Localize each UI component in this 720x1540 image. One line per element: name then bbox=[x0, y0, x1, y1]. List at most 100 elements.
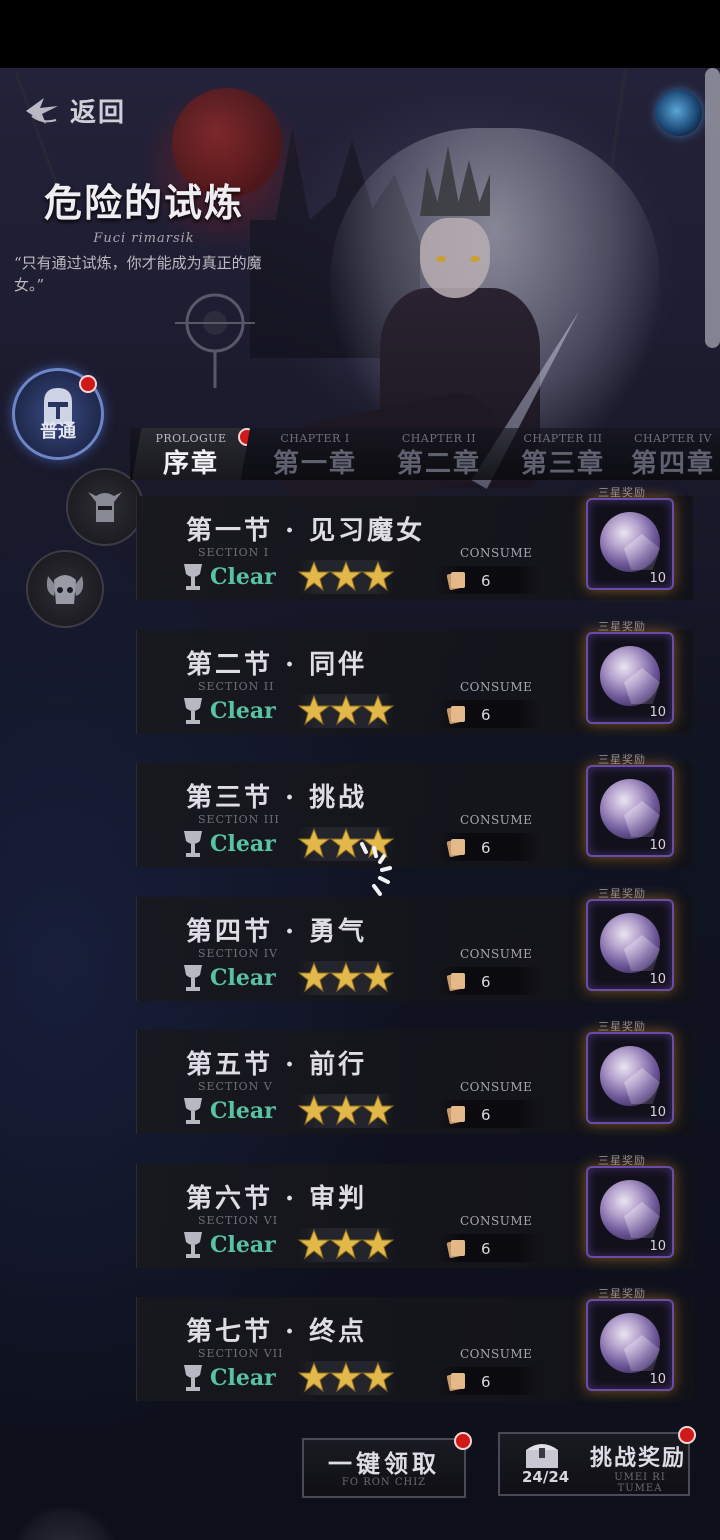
reward-quantity: 10 bbox=[649, 1372, 666, 1387]
back-label: 返回 bbox=[70, 98, 127, 128]
section-title: 第三节 · 挑战 bbox=[186, 783, 368, 813]
page-title: 危险的试炼 bbox=[43, 180, 244, 225]
crystal-gem-icon bbox=[600, 512, 660, 572]
tab-chapter-1[interactable]: CHAPTER I 第一章 bbox=[256, 428, 374, 480]
star-icon bbox=[362, 1094, 394, 1126]
consume-value: 6 bbox=[481, 973, 491, 991]
mode-normal-button[interactable]: 普通 bbox=[12, 368, 104, 460]
star-rating bbox=[298, 560, 394, 594]
clear-status: Clear bbox=[180, 963, 276, 993]
section-row[interactable]: 第四节 · 勇气 SECTION IV Clear CONSUME 6 三星奖励 10 bbox=[136, 887, 720, 1005]
tab-zh-label: 第三章 bbox=[520, 449, 605, 479]
claim-all-label: 一键领取 bbox=[328, 1449, 440, 1478]
clear-status: Clear bbox=[180, 562, 276, 592]
section-en-label: SECTION III bbox=[198, 813, 280, 826]
three-star-reward[interactable]: 10 bbox=[586, 1166, 674, 1258]
claim-all-button[interactable]: 一键领取 FO RON CHIZ bbox=[302, 1432, 472, 1498]
clear-label: Clear bbox=[210, 1365, 276, 1391]
consume-value: 6 bbox=[481, 1240, 491, 1258]
consume-value: 6 bbox=[481, 706, 491, 724]
star-icon bbox=[362, 1361, 394, 1393]
gem-facet bbox=[624, 801, 660, 837]
crystal-gem-icon bbox=[600, 646, 660, 706]
challenge-rewards-button[interactable]: 24/24 挑战奖励 UMEI RI TUMEA bbox=[498, 1426, 696, 1496]
section-row[interactable]: 第三节 · 挑战 SECTION III Clear CONSUME 6 三星奖励 10 bbox=[136, 753, 720, 871]
tab-chapter-3[interactable]: CHAPTER III 第三章 bbox=[504, 428, 622, 480]
clear-status: Clear bbox=[180, 696, 276, 726]
clear-label: Clear bbox=[210, 965, 276, 991]
reward-quantity: 10 bbox=[649, 571, 666, 586]
tab-chapter-2[interactable]: CHAPTER II 第二章 bbox=[380, 428, 498, 480]
star-icon bbox=[298, 694, 330, 726]
tab-zh-label: 序章 bbox=[162, 449, 219, 479]
star-icon bbox=[362, 560, 394, 592]
section-row[interactable]: 第七节 · 终点 SECTION VII Clear CONSUME 6 三星奖励 10 bbox=[136, 1287, 720, 1405]
loading-spinner-icon bbox=[360, 842, 392, 896]
crystal-gem-icon bbox=[600, 779, 660, 839]
section-row[interactable]: 第一节 · 见习魔女 SECTION I Clear CONSUME 6 三星奖励 10 bbox=[136, 486, 720, 604]
goblet-icon bbox=[184, 1098, 202, 1124]
goblet-icon bbox=[184, 564, 202, 590]
star-icon bbox=[298, 560, 330, 592]
treasure-chest-icon bbox=[526, 1444, 558, 1468]
three-star-reward[interactable]: 10 bbox=[586, 765, 674, 857]
section-title: 第七节 · 终点 bbox=[186, 1317, 368, 1347]
consume-value: 6 bbox=[481, 839, 491, 857]
consume-label: CONSUME bbox=[460, 1347, 533, 1361]
consume-label: CONSUME bbox=[460, 813, 533, 827]
section-title: 第四节 · 勇气 bbox=[186, 917, 368, 947]
page-subtitle: Fuci rimarsik bbox=[93, 231, 195, 246]
back-arrow-icon bbox=[26, 97, 58, 124]
section-en-label: SECTION I bbox=[198, 546, 270, 559]
clear-label: Clear bbox=[210, 698, 276, 724]
star-icon bbox=[298, 1361, 330, 1393]
mode-hell-button[interactable] bbox=[26, 550, 104, 628]
three-star-reward[interactable]: 10 bbox=[586, 498, 674, 590]
tab-chapter-4[interactable]: CHAPTER IV 第四章 bbox=[626, 428, 720, 480]
star-icon bbox=[330, 961, 362, 993]
gem-facet bbox=[624, 1068, 660, 1104]
ticket-icon bbox=[446, 973, 465, 991]
consume-label: CONSUME bbox=[460, 1214, 533, 1228]
clear-status: Clear bbox=[180, 1230, 276, 1260]
section-en-label: SECTION II bbox=[198, 680, 275, 693]
clear-status: Clear bbox=[180, 1363, 276, 1393]
reward-quantity: 10 bbox=[649, 1105, 666, 1120]
back-button[interactable]: 返回 bbox=[22, 92, 126, 129]
consume-label: CONSUME bbox=[460, 546, 533, 560]
ticket-icon bbox=[446, 1106, 465, 1124]
crystal-gem-icon bbox=[600, 1313, 660, 1373]
three-star-reward[interactable]: 10 bbox=[586, 632, 674, 724]
three-star-reward[interactable]: 10 bbox=[586, 1299, 674, 1391]
crystal-gem-icon bbox=[600, 1180, 660, 1240]
star-icon bbox=[362, 1228, 394, 1260]
gem-facet bbox=[624, 935, 660, 971]
section-row[interactable]: 第二节 · 同伴 SECTION II Clear CONSUME 6 三星奖励 10 bbox=[136, 620, 720, 738]
section-title: 第五节 · 前行 bbox=[186, 1050, 368, 1080]
clear-label: Clear bbox=[210, 831, 276, 857]
notification-badge bbox=[79, 375, 97, 393]
section-row[interactable]: 第六节 · 审判 SECTION VI Clear CONSUME 6 三星奖励 10 bbox=[136, 1154, 720, 1272]
star-icon bbox=[298, 1228, 330, 1260]
tab-zh-label: 第二章 bbox=[396, 449, 481, 479]
three-star-reward[interactable]: 10 bbox=[586, 899, 674, 991]
three-star-reward[interactable]: 10 bbox=[586, 1032, 674, 1124]
star-rating bbox=[298, 1361, 394, 1395]
side-panel-handle[interactable] bbox=[705, 68, 720, 348]
gem-facet bbox=[624, 668, 660, 704]
goblet-icon bbox=[184, 831, 202, 857]
consume-label: CONSUME bbox=[460, 947, 533, 961]
swirl-orb-icon[interactable] bbox=[656, 90, 702, 136]
challenge-rewards-label: 挑战奖励 bbox=[590, 1445, 687, 1471]
star-rating bbox=[298, 1094, 394, 1128]
star-icon bbox=[330, 560, 362, 592]
reward-quantity: 10 bbox=[649, 1239, 666, 1254]
clear-label: Clear bbox=[210, 1232, 276, 1258]
star-rating bbox=[298, 961, 394, 995]
section-title: 第二节 · 同伴 bbox=[186, 650, 368, 680]
witch-eye bbox=[436, 256, 446, 262]
gem-facet bbox=[624, 1335, 660, 1371]
tab-prologue[interactable]: PROLOGUE 序章 bbox=[132, 428, 250, 480]
tab-zh-label: 第一章 bbox=[272, 449, 357, 479]
section-row[interactable]: 第五节 · 前行 SECTION V Clear CONSUME 6 三星奖励 10 bbox=[136, 1020, 720, 1138]
